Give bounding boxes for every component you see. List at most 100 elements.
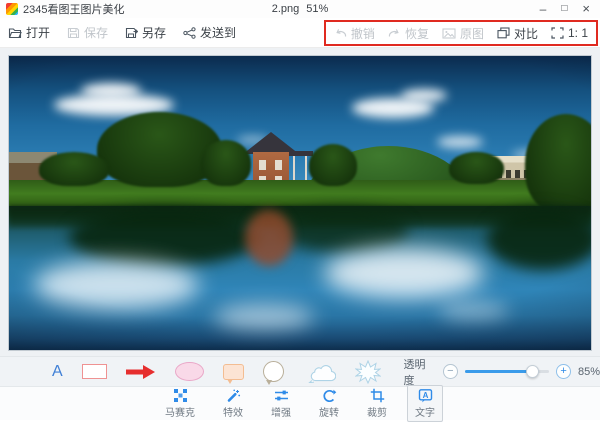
title-bar: 2345看图王图片美化 2.png 51% – □ ×	[0, 0, 600, 18]
lake	[9, 206, 591, 350]
text-annotation-tool[interactable]: A	[52, 364, 63, 380]
tab-text[interactable]: A 文字	[407, 385, 443, 422]
annotation-toolbar: A 透明度 − + 85%	[0, 356, 600, 386]
cloud	[81, 83, 141, 98]
bottom-tab-bar: 马赛克 特效 增强 旋转 裁剪 A	[0, 386, 600, 420]
tab-effects-label: 特效	[223, 404, 243, 419]
porch-column	[293, 156, 295, 182]
save-label: 保存	[84, 24, 108, 41]
save-as-label: 另存	[142, 24, 166, 41]
starburst-bubble-tool[interactable]	[355, 360, 381, 384]
save-button[interactable]: 保存	[67, 24, 108, 41]
tab-mosaic-label: 马赛克	[165, 404, 195, 419]
rotate-icon	[321, 388, 337, 403]
porch-roof	[285, 151, 313, 156]
redo-label: 恢复	[405, 25, 429, 42]
opacity-value: 85%	[578, 366, 600, 378]
tab-crop-label: 裁剪	[367, 404, 387, 419]
tree	[525, 114, 592, 214]
open-label: 打开	[26, 24, 50, 41]
maximize-button[interactable]: □	[561, 3, 567, 15]
opacity-slider-fill	[465, 370, 533, 373]
open-button[interactable]: 打开	[8, 24, 50, 41]
send-to-label: 发送到	[200, 24, 236, 41]
tab-rotate[interactable]: 旋转	[311, 385, 347, 422]
opacity-increase-button[interactable]: +	[556, 364, 571, 379]
cloud	[437, 136, 483, 148]
opacity-label: 透明度	[404, 356, 436, 388]
opacity-decrease-button[interactable]: −	[443, 364, 458, 379]
house-window	[275, 160, 282, 170]
tree-reflection	[487, 208, 592, 270]
cloud-reflection	[214, 304, 314, 330]
opacity-control: 透明度 − + 85%	[404, 356, 600, 388]
crop-icon	[370, 388, 385, 403]
edit-history-toolbar-highlighted: 撤销 恢复 原图 对比	[324, 20, 598, 46]
opacity-slider-thumb[interactable]	[526, 365, 539, 378]
arrow-tool[interactable]	[126, 364, 156, 380]
ellipse-bubble-tool[interactable]	[175, 362, 204, 381]
tab-enhance[interactable]: 增强	[263, 385, 299, 422]
undo-button[interactable]: 撤销	[334, 25, 375, 42]
app-logo-icon	[6, 3, 18, 15]
cloud-reflection	[439, 301, 509, 321]
undo-label: 撤销	[351, 25, 375, 42]
tree-reflection	[279, 208, 409, 252]
tab-text-label: 文字	[415, 404, 435, 419]
tab-effects[interactable]: 特效	[215, 385, 251, 422]
tree	[449, 152, 504, 184]
share-icon	[183, 27, 196, 39]
one-to-one-frame-icon	[551, 27, 564, 39]
main-toolbar: 打开 保存 另存 发送到	[0, 18, 600, 48]
redo-icon	[388, 28, 401, 39]
cloud-reflection	[324, 248, 484, 298]
cloud	[401, 89, 447, 102]
app-window: 2345看图王图片美化 2.png 51% – □ × 打开 保存	[0, 0, 600, 420]
original-image-label: 原图	[460, 25, 484, 42]
save-icon	[67, 27, 80, 39]
compare-button[interactable]: 对比	[497, 25, 538, 42]
zoom-level: 51%	[306, 3, 328, 15]
undo-icon	[334, 28, 347, 39]
tree	[201, 140, 251, 186]
redo-button[interactable]: 恢复	[388, 25, 429, 42]
mosaic-icon	[173, 388, 188, 403]
rounded-bubble-tool[interactable]	[223, 364, 244, 380]
original-image-button[interactable]: 原图	[442, 25, 484, 42]
tab-mosaic[interactable]: 马赛克	[157, 385, 203, 422]
original-image-icon	[442, 28, 456, 39]
canvas-area	[0, 48, 600, 356]
photo-canvas[interactable]	[8, 55, 592, 351]
title-left: 2345看图王图片美化	[6, 1, 124, 17]
compare-label: 对比	[514, 25, 538, 42]
folder-open-icon	[8, 27, 22, 39]
minimize-button[interactable]: –	[540, 3, 547, 15]
porch-column	[305, 156, 307, 182]
actual-size-button[interactable]: 1: 1	[551, 26, 588, 40]
cloud-bubble-tool[interactable]	[303, 360, 336, 383]
window-controls: – □ ×	[540, 3, 594, 15]
tab-crop[interactable]: 裁剪	[359, 385, 395, 422]
close-button[interactable]: ×	[582, 3, 590, 15]
save-as-button[interactable]: 另存	[125, 24, 166, 41]
tree-reflection	[69, 208, 259, 266]
save-as-icon	[125, 27, 138, 39]
house-window	[259, 160, 266, 170]
tab-rotate-label: 旋转	[319, 404, 339, 419]
sliders-icon	[274, 388, 289, 403]
text-tab-icon: A	[418, 388, 433, 403]
rectangle-tool[interactable]	[82, 364, 108, 379]
toolbar-left-group: 打开 保存 另存 发送到	[8, 24, 236, 41]
opacity-slider[interactable]	[465, 370, 549, 373]
svg-text:A: A	[422, 391, 428, 400]
file-info: 2.png 51%	[272, 3, 329, 15]
file-name: 2.png	[272, 3, 300, 15]
app-title: 2345看图王图片美化	[23, 1, 124, 17]
tree	[39, 152, 109, 186]
circle-bubble-tool[interactable]	[263, 361, 284, 382]
tab-enhance-label: 增强	[271, 404, 291, 419]
actual-size-label: 1: 1	[568, 26, 588, 40]
tree	[309, 144, 357, 186]
send-to-button[interactable]: 发送到	[183, 24, 236, 41]
cloud-reflection	[34, 261, 199, 309]
